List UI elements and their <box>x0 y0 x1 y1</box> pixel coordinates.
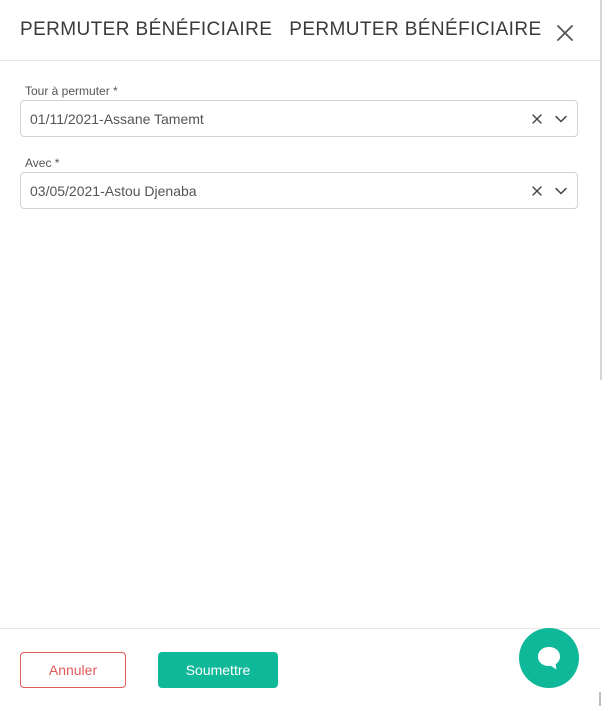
tour-label: Tour à permuter * <box>25 84 118 98</box>
dialog-header: PERMUTER BÉNÉFICIAIRE PERMUTER BÉNÉFICIA… <box>0 0 600 61</box>
tour-select[interactable]: 01/11/2021-Assane Tamemt <box>20 100 578 137</box>
close-icon <box>557 25 573 41</box>
clear-icon[interactable] <box>528 182 546 200</box>
clear-icon[interactable] <box>528 110 546 128</box>
tour-select-value: 01/11/2021-Assane Tamemt <box>30 110 204 127</box>
dialog-title-duplicate: PERMUTER BÉNÉFICIAIRE <box>289 19 542 40</box>
avec-label: Avec * <box>25 156 60 170</box>
submit-button[interactable]: Soumettre <box>158 652 278 688</box>
dialog-footer: Annuler Soumettre <box>0 628 600 707</box>
close-button[interactable] <box>554 22 576 44</box>
chevron-down-icon[interactable] <box>552 110 570 128</box>
avec-select-value: 03/05/2021-Astou Djenaba <box>30 182 197 199</box>
chevron-down-icon[interactable] <box>552 182 570 200</box>
chat-icon <box>538 647 560 670</box>
permute-dialog: PERMUTER BÉNÉFICIAIRE PERMUTER BÉNÉFICIA… <box>0 0 600 707</box>
dialog-title: PERMUTER BÉNÉFICIAIRE <box>20 19 273 40</box>
avec-select[interactable]: 03/05/2021-Astou Djenaba <box>20 172 578 209</box>
cancel-button[interactable]: Annuler <box>20 652 126 688</box>
scrollbar-thumb[interactable] <box>599 692 601 706</box>
chat-widget-button[interactable] <box>519 628 579 688</box>
